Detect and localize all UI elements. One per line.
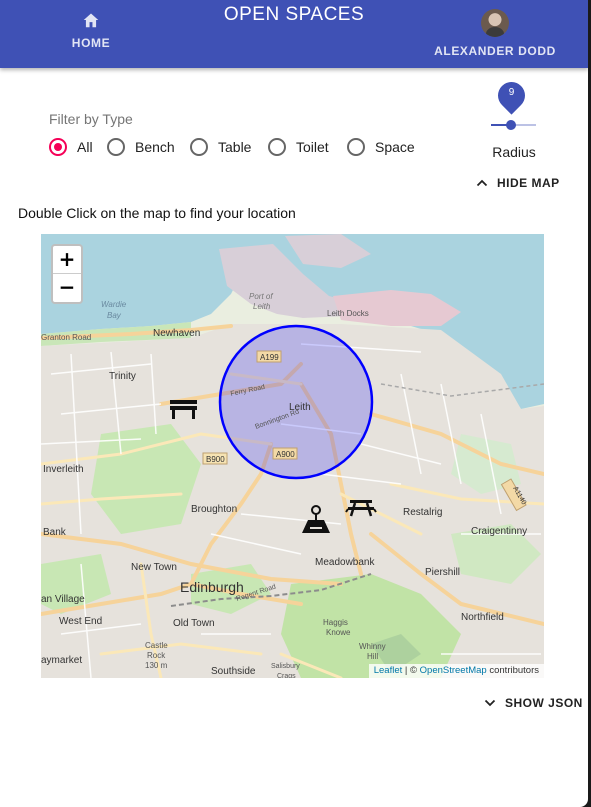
hide-map-label: HIDE MAP (497, 176, 560, 190)
home-nav-label: HOME (71, 36, 111, 50)
svg-text:Haggis: Haggis (323, 618, 348, 627)
show-json-label: SHOW JSON (505, 696, 583, 710)
svg-text:Granton Road: Granton Road (41, 333, 91, 342)
app-bar: HOME OPEN SPACES ALEXANDER DODD (0, 0, 588, 68)
filter-by-type-label: Filter by Type (49, 111, 133, 127)
svg-text:Bay: Bay (107, 311, 122, 320)
svg-text:West End: West End (59, 616, 102, 627)
svg-text:Rock: Rock (147, 651, 166, 660)
svg-text:Craigentinny: Craigentinny (471, 526, 527, 537)
svg-text:Piershill: Piershill (425, 567, 460, 578)
radio-all-label: All (77, 139, 93, 155)
radio-toilet[interactable]: Toilet (268, 136, 329, 158)
slider-value-text: 9 (508, 87, 515, 98)
svg-text:B900: B900 (206, 455, 225, 464)
svg-text:Edinburgh: Edinburgh (180, 579, 244, 595)
user-nav-button[interactable]: ALEXANDER DODD (430, 6, 560, 62)
svg-text:Northfield: Northfield (461, 612, 504, 623)
svg-text:A199: A199 (260, 353, 279, 362)
svg-text:Wardie: Wardie (101, 300, 127, 309)
svg-text:A900: A900 (276, 450, 295, 459)
app-window: HOME OPEN SPACES ALEXANDER DODD Filter b… (0, 0, 588, 807)
svg-text:Leith: Leith (253, 302, 271, 311)
svg-text:Southside: Southside (211, 666, 256, 677)
radio-table[interactable]: Table (190, 136, 251, 158)
zoom-out-button[interactable]: − (53, 274, 81, 301)
hide-map-button[interactable]: HIDE MAP (476, 176, 560, 190)
svg-text:Port of: Port of (249, 292, 273, 301)
svg-text:Trinity: Trinity (109, 371, 136, 382)
svg-text:Old Town: Old Town (173, 618, 215, 629)
map-tiles[interactable]: Port of Leith Leith Docks Wardie Bay New… (41, 234, 544, 678)
chevron-down-icon (484, 699, 496, 707)
svg-text:an Village: an Village (41, 594, 85, 605)
zoom-in-button[interactable]: + (53, 246, 81, 274)
avatar (481, 9, 509, 37)
map-attribution: Leaflet | © OpenStreetMap contributors (368, 664, 544, 678)
svg-text:130 m: 130 m (145, 661, 168, 670)
radio-toilet-label: Toilet (296, 139, 329, 155)
radio-unchecked-icon[interactable] (347, 138, 365, 156)
zoom-control: + − (51, 244, 83, 304)
svg-text:Whinny: Whinny (359, 642, 386, 651)
radio-all[interactable]: All (49, 136, 93, 158)
show-json-button[interactable]: SHOW JSON (484, 696, 583, 710)
svg-text:Bank: Bank (43, 527, 67, 538)
svg-text:Meadowbank: Meadowbank (315, 557, 375, 568)
slider-thumb[interactable] (506, 120, 516, 130)
radio-bench[interactable]: Bench (107, 136, 175, 158)
attribution-suffix: contributors (486, 665, 539, 676)
svg-text:Leith Docks: Leith Docks (327, 309, 369, 318)
leaflet-link[interactable]: Leaflet (374, 665, 403, 676)
svg-text:aymarket: aymarket (41, 655, 82, 666)
svg-text:Inverleith: Inverleith (43, 464, 84, 475)
radio-table-label: Table (218, 139, 252, 155)
radio-space[interactable]: Space (347, 136, 415, 158)
svg-text:Newhaven: Newhaven (153, 328, 200, 339)
svg-text:Knowe: Knowe (326, 628, 351, 637)
map-view[interactable]: Port of Leith Leith Docks Wardie Bay New… (41, 234, 544, 678)
svg-text:Salisbury: Salisbury (271, 663, 300, 670)
svg-text:Crags: Crags (277, 673, 296, 678)
radio-unchecked-icon[interactable] (268, 138, 286, 156)
map-hint-text: Double Click on the map to find your loc… (18, 205, 296, 221)
svg-text:Castle: Castle (145, 641, 168, 650)
svg-text:Hill: Hill (367, 652, 378, 661)
radius-label: Radius (492, 144, 536, 160)
svg-text:Broughton: Broughton (191, 504, 237, 515)
radio-space-label: Space (375, 139, 415, 155)
attribution-separator: | © (402, 665, 420, 676)
svg-text:Restalrig: Restalrig (403, 507, 442, 518)
radio-checked-icon[interactable] (49, 138, 67, 156)
openstreetmap-link[interactable]: OpenStreetMap (420, 665, 487, 676)
radio-unchecked-icon[interactable] (190, 138, 208, 156)
chevron-up-icon (476, 179, 488, 187)
radio-bench-label: Bench (135, 139, 175, 155)
svg-text:New Town: New Town (131, 562, 177, 573)
user-name-label: ALEXANDER DODD (434, 44, 556, 58)
radio-unchecked-icon[interactable] (107, 138, 125, 156)
